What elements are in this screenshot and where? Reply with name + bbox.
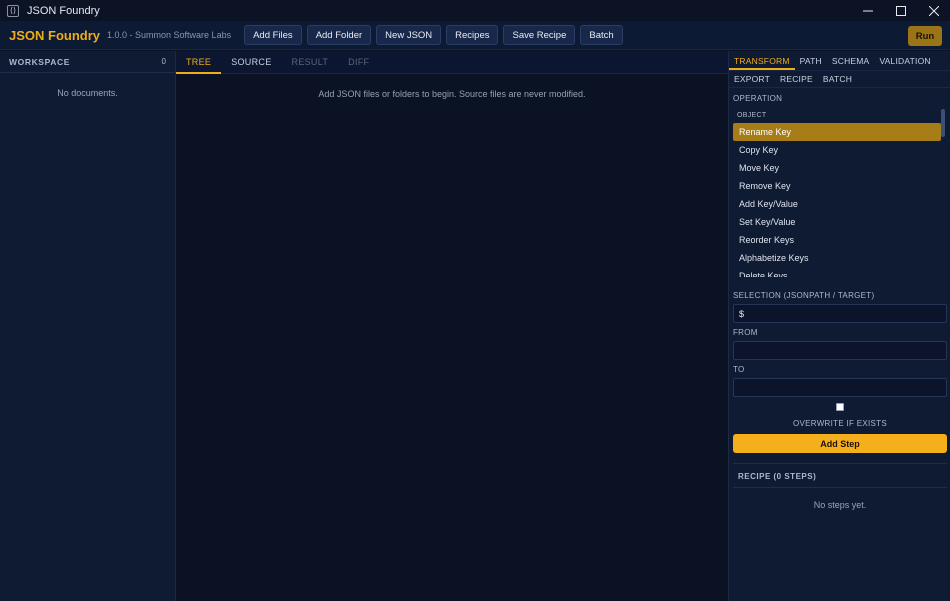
batch-button[interactable]: Batch [580,25,623,45]
brand-name: JSON Foundry [9,27,101,43]
tab-batch[interactable]: BATCH [818,70,857,89]
tab-source[interactable]: SOURCE [221,51,281,73]
maximize-icon [895,5,906,16]
operation-group-object: OBJECT [737,112,767,119]
to-label: TO [733,365,745,374]
overwrite-label: OVERWRITE IF EXISTS [792,419,887,428]
toolbar-buttons: Add Files Add Folder New JSON Recipes Sa… [244,25,628,45]
selection-field: SELECTION (JSONPATH / TARGET) $ [733,291,947,323]
close-icon [928,5,939,16]
from-label: FROM [733,328,758,337]
window-titlebar: ⟨⟩ JSON Foundry [0,0,950,21]
operation-move-key[interactable]: Move Key [733,159,941,177]
minimize-button[interactable] [851,0,884,21]
selection-input[interactable]: $ [733,304,947,323]
main-toolbar: JSON Foundry 1.0.0 - Summon Software Lab… [0,21,950,50]
operation-delete-keys[interactable]: Delete Keys [733,267,941,277]
app-icon: ⟨⟩ [7,4,19,17]
new-json-button[interactable]: New JSON [376,25,442,45]
window-controls [851,0,950,21]
operation-list-scrollbar[interactable] [941,109,945,137]
operation-set-key-value[interactable]: Set Key/Value [733,213,941,231]
recipe-divider [733,463,947,464]
tab-diff[interactable]: DIFF [338,51,379,73]
add-step-button[interactable]: Add Step [733,434,947,453]
tab-schema[interactable]: SCHEMA [827,51,875,70]
tab-validation[interactable]: VALIDATION [874,51,935,70]
workspace-title: WORKSPACE [9,56,70,67]
maximize-button[interactable] [884,0,917,21]
operation-label: OPERATION [733,94,783,103]
panel-tabs-primary: TRANSFORM PATH SCHEMA VALIDATION [729,51,950,70]
operation-copy-key[interactable]: Copy Key [733,141,941,159]
close-button[interactable] [917,0,950,21]
from-field: FROM [733,328,947,360]
tab-tree[interactable]: TREE [176,51,222,74]
operation-remove-key[interactable]: Remove Key [733,177,941,195]
operation-rename-key[interactable]: Rename Key [733,123,941,141]
minimize-icon [862,10,873,11]
to-field: TO [733,365,947,397]
version-label: 1.0.0 - Summon Software Labs [107,30,232,40]
operation-alphabetize-keys[interactable]: Alphabetize Keys [733,249,941,267]
tab-recipe[interactable]: RECIPE [775,70,818,89]
save-recipe-button[interactable]: Save Recipe [503,25,576,45]
tab-export[interactable]: EXPORT [729,70,775,89]
tab-transform[interactable]: TRANSFORM [729,51,795,70]
operation-list[interactable]: OBJECT Rename Key Copy Key Move Key Remo… [733,109,947,277]
operation-add-key-value[interactable]: Add Key/Value [733,195,941,213]
tab-result[interactable]: RESULT [282,51,339,73]
add-files-button[interactable]: Add Files [244,25,302,45]
add-folder-button[interactable]: Add Folder [306,25,372,45]
recipe-header-divider [733,487,947,488]
tab-path[interactable]: PATH [795,51,827,70]
run-button[interactable]: Run [908,26,942,46]
from-input[interactable] [733,341,947,360]
workspace-header: WORKSPACE 0 [0,51,175,73]
panel-tabs-secondary: EXPORT RECIPE BATCH [729,70,950,88]
recipes-button[interactable]: Recipes [446,25,499,45]
window-title: JSON Foundry [27,4,100,17]
selection-label: SELECTION (JSONPATH / TARGET) [733,291,875,300]
document-count: 0 [161,57,166,66]
document-view: TREE SOURCE RESULT DIFF Add JSON files o… [176,51,728,601]
no-steps-message: No steps yet. [813,500,867,510]
tools-panel: TRANSFORM PATH SCHEMA VALIDATION EXPORT … [728,51,950,601]
workspace-sidebar: WORKSPACE 0 No documents. [0,51,176,601]
to-input[interactable] [733,378,947,397]
empty-state-message: Add JSON files or folders to begin. Sour… [318,89,586,99]
overwrite-checkbox[interactable] [836,403,844,411]
operation-reorder-keys[interactable]: Reorder Keys [733,231,941,249]
no-documents-message: No documents. [57,88,118,98]
recipe-title: RECIPE (0 STEPS) [738,472,817,481]
view-tabs: TREE SOURCE RESULT DIFF [176,51,728,74]
